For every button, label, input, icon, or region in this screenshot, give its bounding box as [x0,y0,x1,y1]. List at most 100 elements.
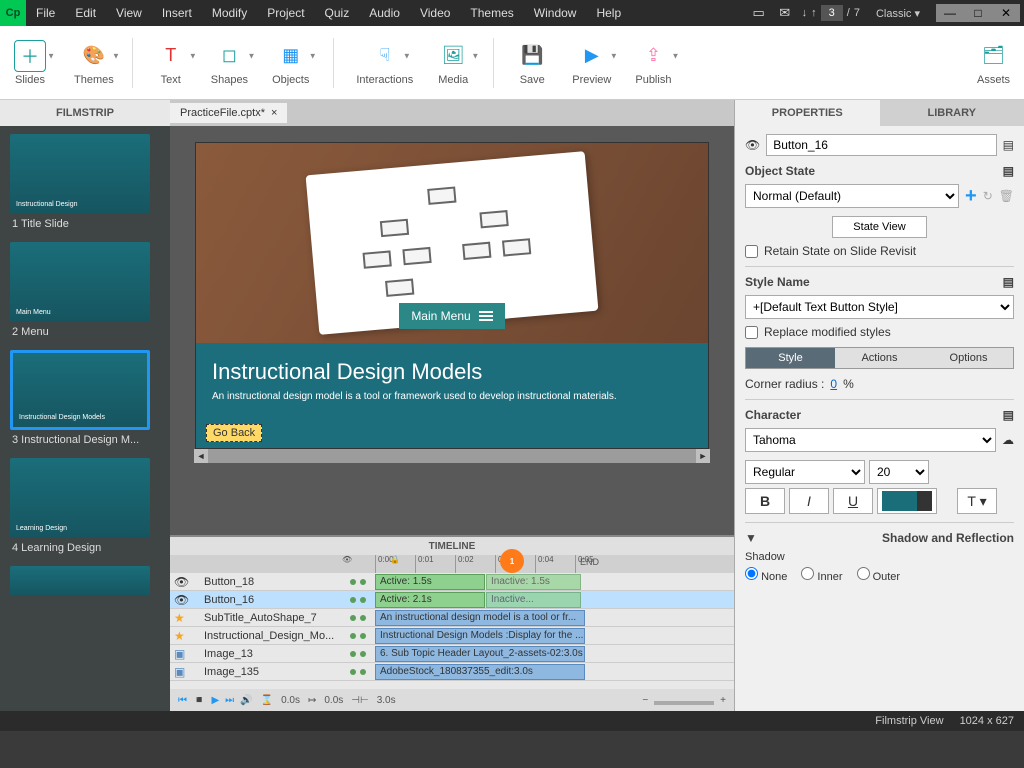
document-tab[interactable]: PracticeFile.cptx*× [170,103,287,123]
menu-edit[interactable]: Edit [65,1,106,25]
menu-audio[interactable]: Audio [359,1,410,25]
prev-page-icon[interactable]: ↓ [802,7,808,19]
state-select[interactable]: Normal (Default) [745,184,959,208]
menu-view[interactable]: View [106,1,152,25]
preview-button[interactable]: ▶▼Preview [566,38,617,88]
timeline-row[interactable]: 👁Button_18Active: 1.5sInactive: 1.5s [170,573,734,591]
timeline-row[interactable]: ★Instructional_Design_Mo...Instructional… [170,627,734,645]
slide-thumb-2[interactable]: Main Menu 2 Menu [10,242,160,342]
timeline-row[interactable]: ▣Image_135AdobeStock_180837355_edit:3.0s [170,663,734,681]
zoom-out-icon[interactable]: − [642,695,648,706]
object-state-label: Object State [745,164,815,178]
slide-thumb-4[interactable]: Learning Design 4 Learning Design [10,458,160,558]
radio-none[interactable] [745,567,758,580]
radio-inner[interactable] [801,567,814,580]
timeline-row[interactable]: ▣Image_136. Sub Topic Header Layout_2-as… [170,645,734,663]
slide-thumb-1[interactable]: Instructional Design 1 Title Slide [10,134,160,234]
lock-column-icon[interactable]: 🔒 [388,555,428,564]
state-view-button[interactable]: State View [832,216,926,238]
slide-canvas[interactable]: Main Menu Instructional Design Models An… [195,142,709,449]
menu-themes[interactable]: Themes [460,1,523,25]
menu-help[interactable]: Help [586,1,631,25]
app-logo: Cp [0,0,26,26]
filmstrip-panel: FILMSTRIP Instructional Design 1 Title S… [0,100,170,711]
timeline-row[interactable]: 👁Button_16Active: 2.1sInactive... [170,591,734,609]
tab-actions[interactable]: Actions [835,348,924,368]
close-button[interactable]: ✕ [992,4,1020,22]
zoom-in-icon[interactable]: + [720,695,726,706]
bold-button[interactable]: B [745,488,785,514]
delete-icon[interactable]: 🗑 [999,189,1014,203]
properties-panel: PROPERTIES LIBRARY 👁 ▤ Object State▤ Nor… [734,100,1024,711]
add-state-icon[interactable]: + [965,185,977,208]
menu-modify[interactable]: Modify [202,1,257,25]
font-select[interactable]: Tahoma [745,428,996,452]
corner-value[interactable]: 0 [830,377,837,391]
layout-icon[interactable]: ▭ [750,4,768,22]
work-area: PracticeFile.cptx*× [170,100,734,711]
hourglass-icon: ⌛ [261,695,273,706]
object-name-input[interactable] [766,134,996,156]
titlebar: Cp File Edit View Insert Modify Project … [0,0,1024,26]
radio-outer[interactable] [857,567,870,580]
next-page-icon[interactable]: ↑ [811,7,817,19]
main-menu-button[interactable]: Main Menu [399,303,504,329]
tab-library[interactable]: LIBRARY [880,100,1024,126]
menu-icon[interactable]: ▤ [1003,138,1014,152]
mail-icon[interactable]: ✉ [776,4,794,22]
horizontal-scrollbar[interactable]: ◄► [194,449,710,463]
size-select[interactable]: 20 [869,460,929,484]
assets-button[interactable]: 🗂Assets [971,38,1016,88]
visibility-icon[interactable]: 👁 [745,138,760,152]
tab-options[interactable]: Options [924,348,1013,368]
menu-quiz[interactable]: Quiz [315,1,360,25]
color-picker[interactable] [877,488,937,514]
text-dropdown[interactable]: T ▾ [957,488,997,514]
timeline-end: END [580,557,599,567]
timeline-ruler[interactable]: 👁 🔒 0:000:010:020:030:040:05 END 1 [170,555,734,573]
slide-thumb-3[interactable]: Instructional Design Models 3 Instructio… [10,350,160,450]
shadow-section-label: Shadow and Reflection [882,531,1014,545]
media-button[interactable]: 🖼▼Media [431,38,475,88]
objects-button[interactable]: ▦▼Objects [266,38,315,88]
forward-icon[interactable]: ⏭ [225,695,234,706]
maximize-button[interactable]: □ [964,4,992,22]
visibility-column-icon[interactable]: 👁 [340,555,380,564]
underline-button[interactable]: U [833,488,873,514]
retain-checkbox[interactable] [745,245,758,258]
shadow-label: Shadow [745,551,1014,563]
play-icon[interactable]: ▶ [211,695,219,706]
slide-thumb-5[interactable] [10,566,160,596]
menu-insert[interactable]: Insert [152,1,202,25]
style-select[interactable]: +[Default Text Button Style] [745,295,1014,319]
shapes-button[interactable]: ◻▼Shapes [205,38,254,88]
themes-button[interactable]: 🎨▼Themes [68,38,120,88]
menu-window[interactable]: Window [524,1,587,25]
tab-style[interactable]: Style [746,348,835,368]
timeline-row[interactable]: ★SubTitle_AutoShape_7An instructional de… [170,609,734,627]
timeline-title: TIMELINE [170,537,734,555]
close-tab-icon[interactable]: × [271,107,277,119]
weight-select[interactable]: Regular [745,460,865,484]
current-page[interactable]: 3 [821,5,843,21]
stop-icon[interactable]: ◾ [193,695,205,706]
slides-button[interactable]: ＋▼Slides [8,38,52,88]
cloud-icon[interactable]: ☁ [1002,433,1014,447]
minimize-button[interactable]: — [936,4,964,22]
menu-project[interactable]: Project [257,1,314,25]
interactions-button[interactable]: ☟▼Interactions [350,38,419,88]
menu-video[interactable]: Video [410,1,460,25]
audio-icon[interactable]: 🔊 [240,695,252,706]
text-button[interactable]: T▼Text [149,38,193,88]
goback-button[interactable]: Go Back [206,424,262,442]
save-button[interactable]: 💾Save [510,38,554,88]
reset-icon[interactable]: ↻ [983,189,993,203]
rewind-icon[interactable]: ⏮ [178,695,187,706]
menu-file[interactable]: File [26,1,65,25]
replace-checkbox[interactable] [745,326,758,339]
tab-properties[interactable]: PROPERTIES [735,100,880,126]
publish-button[interactable]: ⇪▼Publish [629,38,677,88]
timeline-marker[interactable]: 1 [500,549,524,573]
workspace-dropdown[interactable]: Classic ▾ [868,5,928,22]
italic-button[interactable]: I [789,488,829,514]
